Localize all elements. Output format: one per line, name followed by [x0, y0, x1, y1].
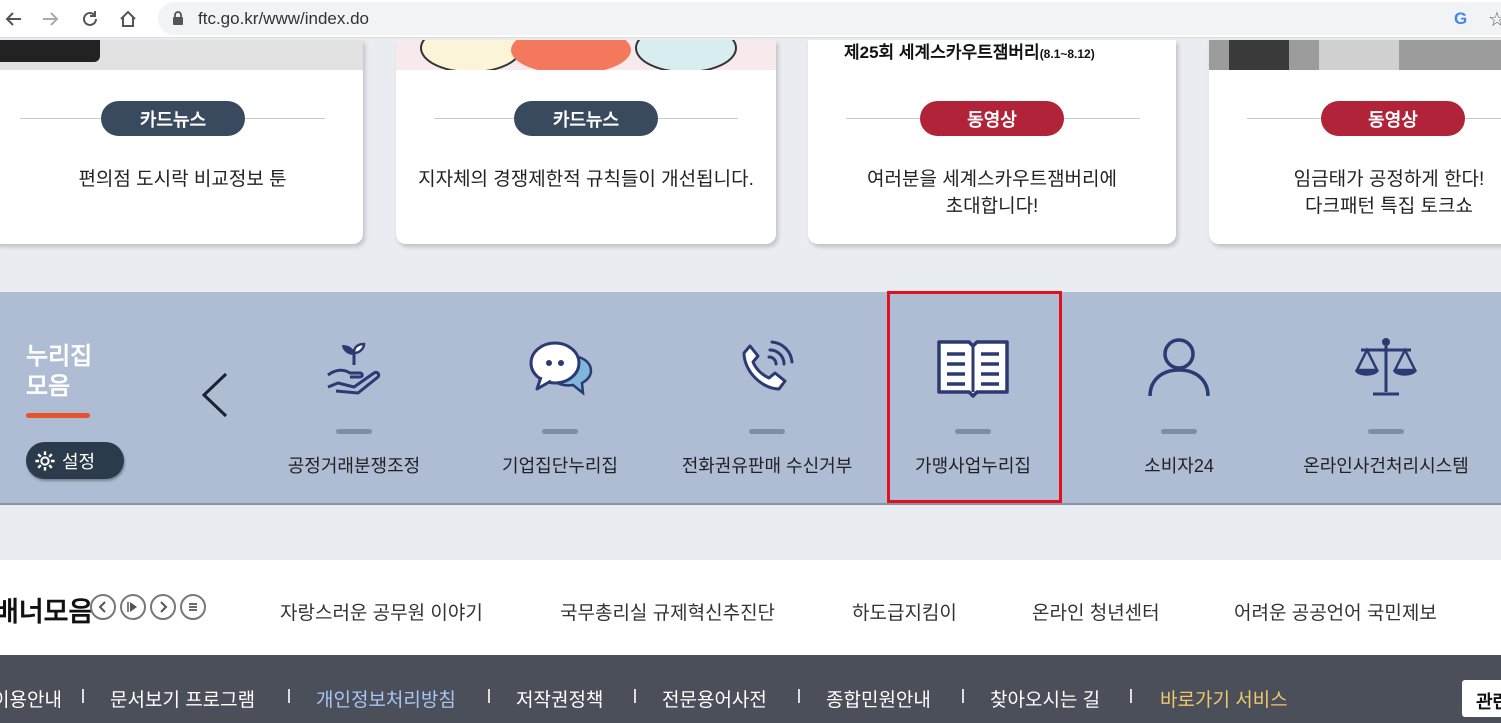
divider — [488, 689, 490, 703]
divider — [634, 689, 636, 703]
title-underline — [26, 413, 90, 418]
prev-icon[interactable] — [90, 594, 116, 620]
divider — [798, 689, 800, 703]
divider — [288, 689, 290, 703]
forward-icon[interactable] — [36, 5, 64, 33]
banner-controls — [90, 594, 206, 620]
category-badge: 동영상 — [1321, 101, 1465, 136]
nurizip-item-online-case-system[interactable]: 온라인사건처리시스템 — [1286, 332, 1486, 482]
news-card[interactable]: 카드뉴스 지자체의 경쟁제한적 규칙들이 개선됩니다. — [396, 40, 776, 244]
footer-link[interactable]: 전문용어사전 — [662, 685, 767, 712]
banner-link[interactable]: 온라인 청년센터 — [1032, 598, 1160, 625]
banner-link[interactable]: 국무총리실 규제혁신추진단 — [560, 598, 775, 625]
nurizip-item-label: 전화권유판매 수신거부 — [681, 456, 853, 476]
chat-bubbles-icon — [520, 332, 600, 402]
url-text: ftc.go.kr/www/index.do — [198, 9, 370, 28]
nurizip-title: 누리집 모음 — [26, 343, 93, 400]
banner-link[interactable]: 하도급지킴이 — [852, 598, 957, 625]
banner-link[interactable]: 어려운 공공언어 국민제보 — [1234, 598, 1437, 625]
news-card[interactable]: 카드뉴스 편의점 도시락 비교정보 툰 — [0, 40, 363, 244]
back-icon[interactable] — [0, 5, 28, 33]
card-title: 지자체의 경쟁제한적 규칙들이 개선됩니다. — [418, 169, 754, 190]
list-icon[interactable] — [180, 594, 206, 620]
item-dash — [1368, 429, 1404, 434]
card-thumbnail — [396, 40, 776, 74]
reload-icon[interactable] — [76, 5, 104, 33]
address-bar[interactable]: ftc.go.kr/www/index.do G ☆ — [158, 2, 1501, 35]
footer-link[interactable]: 찾아오시는 길 — [990, 685, 1100, 712]
scales-icon — [1346, 332, 1426, 402]
category-badge: 카드뉴스 — [101, 101, 245, 136]
nurizip-item-label: 온라인사건처리시스템 — [1303, 456, 1469, 476]
nurizip-item-dispute-mediation[interactable]: 공정거래분쟁조정 — [264, 332, 444, 482]
nurizip-item-telemarketing-optout[interactable]: 전화권유판매 수신거부 — [667, 332, 867, 482]
nurizip-item-label: 소비자24 — [1144, 456, 1214, 476]
banner-link[interactable]: 자랑스러운 공무원 이야기 — [280, 598, 483, 625]
card-thumbnail — [1209, 40, 1501, 70]
next-icon[interactable] — [150, 594, 176, 620]
nurizip-item-business-groups[interactable]: 기업집단누리집 — [470, 332, 650, 482]
item-dash — [336, 429, 372, 434]
card-title: 여러분을 세계스카우트잼버리에 초대합니다! — [867, 169, 1117, 217]
footer-link[interactable]: 이용안내 — [0, 685, 62, 712]
divider — [82, 689, 84, 703]
nurizip-section: 누리집 모음 설정 공정거래분쟁조정 기업집단누리집 전화권유판매 수신거부 가… — [0, 292, 1501, 505]
card-title: 편의점 도시락 비교정보 툰 — [78, 169, 287, 190]
nurizip-item-label: 기업집단누리집 — [502, 456, 618, 476]
footer-link-privacy[interactable]: 개인정보처리방침 — [316, 685, 456, 712]
card-title: 임금태가 공정하게 한다! 다크패턴 특집 토크쇼 — [1293, 169, 1485, 217]
card-thumbnail — [0, 40, 363, 70]
banner-section: 배너모음 자랑스러운 공무원 이야기 국무총리실 규제혁신추진단 하도급지킴이 … — [0, 560, 1501, 655]
card-thumbnail: 제25회 세계스카우트잼버리(8.1~8.12) — [808, 40, 1176, 70]
nurizip-item-consumer24[interactable]: 소비자24 — [1089, 332, 1269, 482]
play-icon[interactable] — [120, 594, 146, 620]
category-badge: 카드뉴스 — [514, 101, 658, 136]
video-card[interactable]: 제25회 세계스카우트잼버리(8.1~8.12) 동영상 여러분을 세계스카우트… — [808, 40, 1176, 244]
nurizip-item-label: 공정거래분쟁조정 — [287, 456, 421, 476]
divider — [1130, 689, 1132, 703]
chevron-left-icon[interactable] — [196, 370, 236, 420]
related-sites-button[interactable]: 관련 — [1462, 680, 1501, 717]
lock-icon — [172, 11, 184, 31]
footer-link[interactable]: 저작권정책 — [516, 685, 603, 712]
item-dash — [1161, 429, 1197, 434]
footer-link[interactable]: 문서보기 프로그램 — [110, 685, 255, 712]
footer-link[interactable]: 종합민원안내 — [826, 685, 931, 712]
highlight-annotation — [887, 291, 1062, 503]
item-dash — [542, 429, 578, 434]
banner-title: 배너모음 — [0, 597, 94, 627]
video-card[interactable]: 동영상 임금태가 공정하게 한다! 다크패턴 특집 토크쇼 — [1209, 40, 1501, 244]
divider — [962, 689, 964, 703]
gear-icon — [34, 450, 56, 472]
footer-nav: 이용안내 문서보기 프로그램 개인정보처리방침 저작권정책 전문용어사전 종합민… — [0, 655, 1501, 723]
footer-link-shortcuts[interactable]: 바로가기 서비스 — [1160, 685, 1288, 712]
browser-toolbar: ftc.go.kr/www/index.do G ☆ — [0, 0, 1501, 38]
person-icon — [1139, 332, 1219, 402]
bookmark-star-icon[interactable]: ☆ — [1488, 7, 1501, 32]
home-icon[interactable] — [114, 5, 142, 33]
settings-button[interactable]: 설정 — [26, 442, 124, 479]
google-icon[interactable]: G — [1454, 9, 1467, 29]
thumbnail-caption: 제25회 세계스카우트잼버리(8.1~8.12) — [844, 43, 1095, 62]
phone-call-icon — [727, 332, 807, 402]
plant-hand-icon — [314, 332, 394, 402]
item-dash — [749, 429, 785, 434]
settings-label: 설정 — [62, 451, 96, 472]
category-badge: 동영상 — [920, 101, 1064, 136]
